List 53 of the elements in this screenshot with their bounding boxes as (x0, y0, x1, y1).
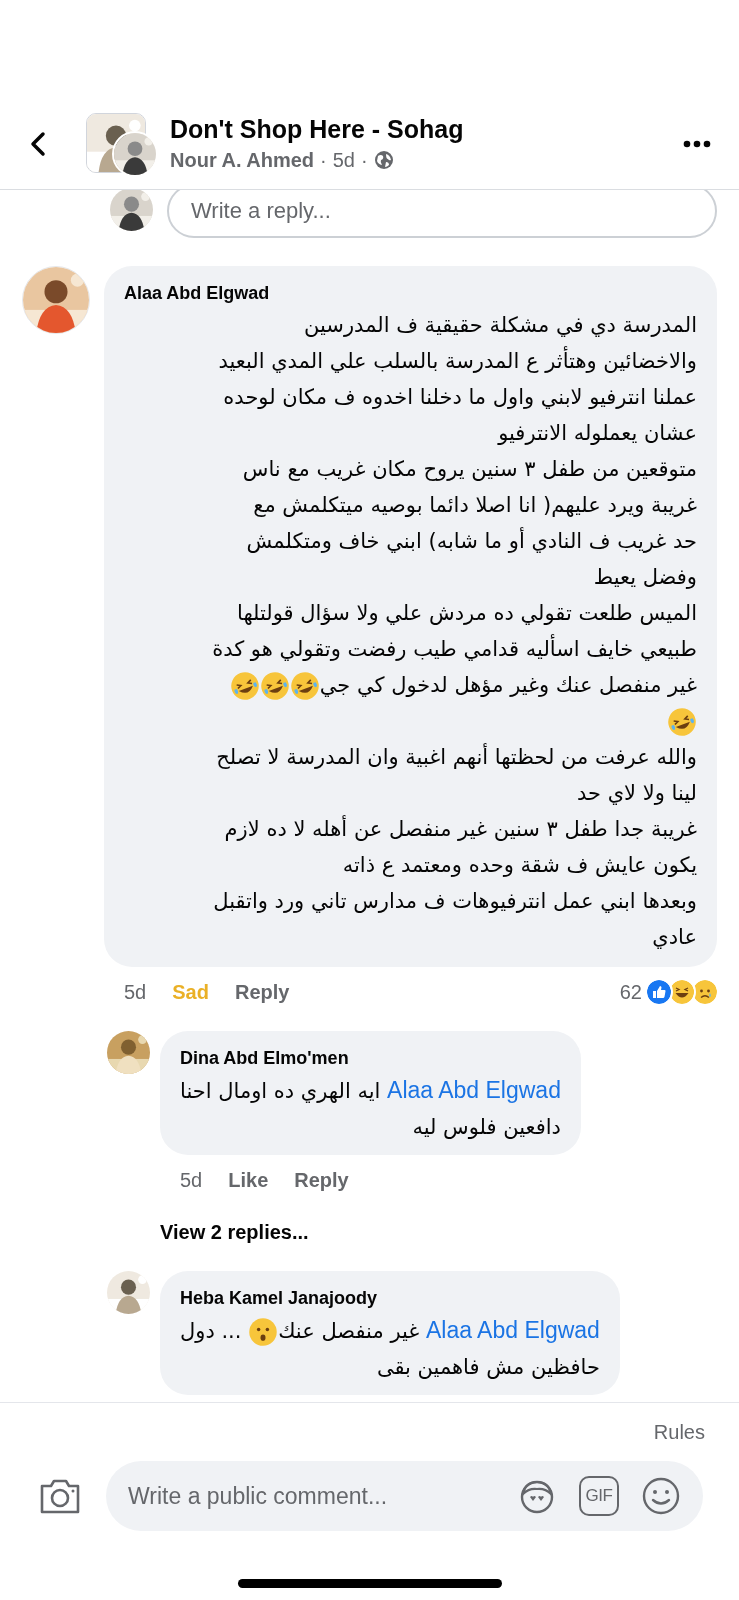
view-replies-link[interactable]: View 2 replies... (160, 1195, 309, 1247)
comment-text: ايه الهري ده اومال احنا (180, 1079, 382, 1103)
commenter-name[interactable]: Alaa Abd Elgwad (124, 280, 270, 307)
reply-link[interactable]: Reply (294, 1165, 349, 1195)
laughing-face-icon (668, 978, 696, 1006)
commenter-name[interactable]: Heba Kamel Janajoody (180, 1285, 378, 1312)
page-title: Don't Shop Here - Sohag (170, 113, 465, 145)
reply-field[interactable]: Write a reply... (167, 190, 717, 238)
laughing-face-icon (229, 671, 260, 701)
comment-text: دافعين فلوس ليه (412, 1115, 561, 1139)
comment-text: ... دول (180, 1319, 243, 1343)
comment-text: الميس طلعت تقولي ده مردش علي ولا سؤال قولتلها (237, 601, 697, 625)
mention-link[interactable]: Alaa Abd Elgwad (387, 1077, 561, 1103)
separator-dot: · (361, 147, 368, 173)
comment-text: لينا ولا لاي حد (576, 781, 697, 805)
globe-icon (373, 149, 394, 170)
comment-text: غير منفصل عنك وغير مؤهل لدخول كي جي (319, 673, 697, 697)
mention-link[interactable]: Alaa Abd Elgwad (425, 1317, 600, 1343)
post-time: 5d (332, 147, 355, 173)
gif-button[interactable]: GIF (579, 1476, 619, 1516)
comment-text: حد غريب ف النادي أو ما شابه) ابني خاف ومتكلمش (246, 529, 697, 553)
comment-text: يكون عايش ف شقة وحده ومعتمد ع ذاته (342, 853, 697, 877)
comment-text: متوقعين من طفل ٣ سنين يروح مكان غريب مع ناس (242, 457, 697, 481)
emoji-icon[interactable] (641, 1476, 681, 1516)
laughing-face-icon (259, 671, 290, 701)
comment-text: عادي (652, 925, 697, 949)
back-icon[interactable] (30, 130, 46, 157)
comment-text: غريبة ويرد عليهم( انا اصلا دائما بوصيه ميتكلمش مع (253, 493, 697, 517)
more-options-icon[interactable] (683, 139, 711, 148)
rules-link[interactable]: Rules (653, 1417, 705, 1447)
author-name[interactable]: Nour A. Ahmed (170, 144, 315, 175)
comment-text: المدرسة دي في مشكلة حقيقية ف المدرسين (304, 313, 697, 337)
comment-text: والله عرفت من لحظتها أنهم اغبية وان المدرسة لا تصلح (216, 745, 697, 769)
separator-dot: · (320, 147, 327, 173)
comment-text: حافظين مش فاهمين بقى (376, 1355, 600, 1379)
like-link[interactable]: Like (228, 1165, 269, 1195)
reply-link[interactable]: Reply (234, 977, 290, 1007)
comment-text: وفضل يعيط (593, 565, 697, 589)
laughing-face-icon (667, 707, 697, 737)
comment-time: 5d (124, 980, 147, 1005)
thumbs-up-icon (645, 978, 673, 1006)
commenter-name[interactable]: Dina Abd Elmo'men (180, 1045, 349, 1072)
surprised-face-icon (248, 1317, 279, 1347)
laughing-face-icon (289, 671, 320, 701)
comment-field[interactable]: Write a public comment... GIF (106, 1461, 703, 1531)
sad-face-icon (691, 978, 719, 1006)
comment-text: غير منفصل عنك (278, 1319, 421, 1343)
comment-text: غريبة جدا طفل ٣ سنين غير منفصل عن أهله لا ده لازم (224, 817, 697, 841)
comment-text: عملنا انترفيو لابني واول ما دخلنا اخدوه ف مكان لوحده (223, 385, 697, 409)
comment-text: وبعدها ابني عمل انترفيوهات ف مدارس تاني ورد واتقبل (213, 889, 697, 913)
comment-text: عشان يعملوله الانترفيو (498, 421, 697, 445)
reaction-count: 62 (619, 980, 642, 1005)
comment-time: 5d (180, 1168, 203, 1193)
